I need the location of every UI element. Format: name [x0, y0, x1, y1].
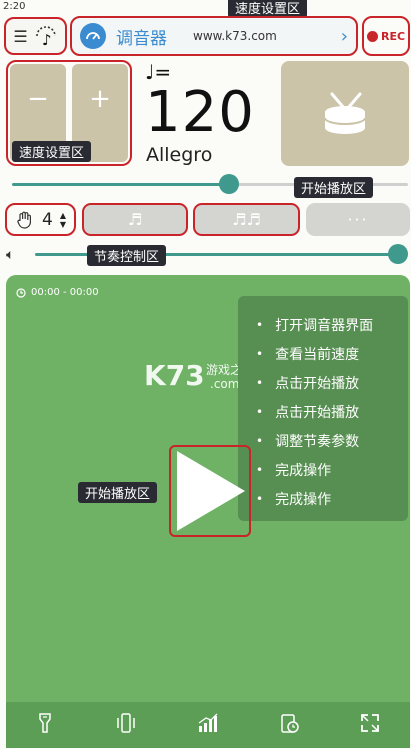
timer-icon[interactable] [279, 712, 300, 739]
minus-icon: − [27, 84, 49, 114]
sixteenth-notes-icon: ♬♬ [232, 210, 261, 229]
annotation-rhythm: 节奏控制区 [87, 245, 167, 266]
list-item: • 点击开始播放 [256, 375, 360, 392]
watermark-logo: K73 游戏之家 .com [144, 359, 254, 392]
drum-tile[interactable] [281, 61, 409, 166]
stepper-icon: ▲ ▼ [59, 210, 66, 229]
rhythm-sixteenth-button[interactable]: ♬♬ [193, 203, 300, 236]
vibrate-icon[interactable] [115, 712, 137, 739]
tuner-bar[interactable]: 调音器 www.k73.com › [70, 16, 358, 56]
annotation-speed-box: 速度设置区 [12, 141, 92, 162]
tuner-label: 调音器 [116, 28, 167, 49]
player-panel: 00:00 - 00:00 K73 游戏之家 .com • 打开调音器界面 • 查看… [6, 275, 410, 748]
list-item: • 查看当前速度 [256, 346, 360, 363]
record-button[interactable]: REC [362, 16, 410, 56]
hand-icon [17, 211, 31, 229]
record-dot-icon [366, 30, 378, 42]
site-url: www.k73.com [193, 29, 277, 43]
bottom-toolbar [6, 702, 410, 748]
tempo-slider-track-filled [12, 183, 229, 186]
record-label: REC [380, 29, 406, 43]
annotation-play-area-main: 开始播放区 [78, 482, 158, 503]
stats-icon[interactable] [197, 713, 219, 738]
steps-list: • 打开调音器界面 • 查看当前速度 • 点击开始播放 • 点击开始播放 • 调整节奏参数… [238, 296, 408, 521]
list-item: • 打开调音器界面 [256, 317, 374, 334]
tuner-dial-icon [80, 23, 106, 49]
tempo-name: Allegro [146, 144, 213, 166]
tempo-slider-thumb[interactable] [219, 174, 239, 194]
menu-button[interactable]: ☰ ♪ [4, 17, 67, 55]
volume-slider-thumb[interactable] [388, 244, 408, 264]
fullscreen-icon[interactable] [360, 713, 380, 738]
play-button[interactable] [169, 445, 251, 537]
plus-icon: + [89, 84, 111, 114]
play-icon [177, 451, 245, 531]
watermark-com: .com [210, 377, 240, 391]
list-item: • 完成操作 [256, 491, 332, 508]
time-range-text: 00:00 - 00:00 [31, 287, 99, 298]
watermark-text: K73 [144, 359, 205, 392]
eighth-note-icon: ♬ [127, 210, 143, 229]
clock-icon [16, 287, 26, 298]
chevron-right-icon: › [340, 25, 348, 47]
metronome-icon: ♪ [35, 26, 56, 48]
beats-selector[interactable]: 4 ▲ ▼ [5, 203, 76, 236]
time-range: 00:00 - 00:00 [16, 287, 99, 298]
more-options-button[interactable]: ··· [306, 203, 410, 236]
volume-icon: 🔈︎ [6, 247, 15, 263]
list-item: • 点击开始播放 [256, 404, 360, 421]
list-item: • 完成操作 [256, 462, 332, 479]
svg-text:♪: ♪ [42, 31, 52, 48]
beats-value: 4 [42, 209, 53, 230]
menu-icon: ☰ [13, 26, 28, 46]
drum-icon [324, 92, 366, 134]
bpm-value: 120 [145, 80, 255, 145]
rhythm-single-note-button[interactable]: ♬ [82, 203, 188, 236]
more-icon: ··· [347, 210, 369, 229]
list-item: • 调整节奏参数 [256, 433, 360, 450]
status-time: 2:20 [3, 1, 26, 12]
annotation-play-area-top: 开始播放区 [294, 177, 374, 198]
flashlight-icon[interactable] [36, 712, 54, 738]
